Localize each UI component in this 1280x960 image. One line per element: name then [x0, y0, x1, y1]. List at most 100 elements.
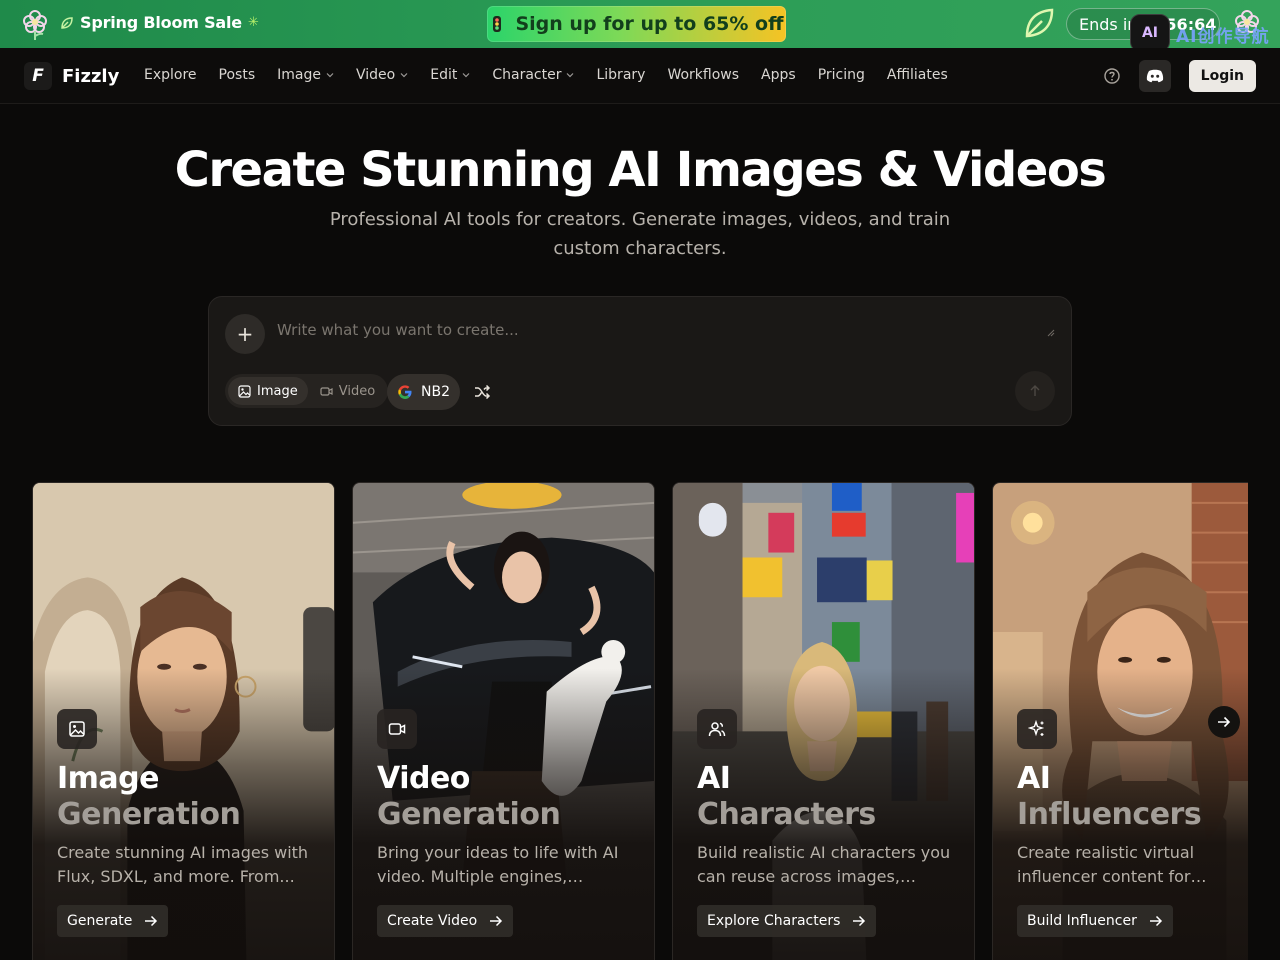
send-button[interactable] — [1015, 371, 1055, 411]
mode-image-tab[interactable]: Image — [228, 377, 308, 405]
card-subtitle: Generation — [57, 797, 241, 832]
build-influencer-button[interactable]: Build Influencer — [1017, 905, 1173, 937]
nav-actions: Login — [1103, 60, 1256, 92]
brand-name: Fizzly — [62, 65, 120, 87]
card-image-generation[interactable]: Image Generation Create stunning AI imag… — [32, 482, 335, 960]
card-subtitle: Characters — [697, 797, 876, 832]
flower-icon — [23, 10, 47, 40]
explore-characters-button[interactable]: Explore Characters — [697, 905, 877, 937]
top-navbar: F Fizzly Explore Posts Image Video Edit Chara… — [0, 48, 1280, 104]
card-ai-characters[interactable]: AI Characters Build realistic AI charact… — [672, 482, 975, 960]
shuffle-icon[interactable] — [473, 383, 491, 401]
image-icon — [57, 709, 97, 749]
mode-toggle: Image Video — [225, 374, 389, 408]
prompt-input[interactable] — [277, 315, 1057, 345]
nav-item-label: Affiliates — [886, 67, 948, 83]
video-camera-icon — [377, 709, 417, 749]
nav-item-pricing[interactable]: Pricing — [818, 67, 865, 83]
arrow-right-icon — [490, 915, 503, 927]
video-icon — [320, 386, 333, 396]
nav-item-edit[interactable]: Edit — [430, 67, 470, 83]
card-description: Create stunning AI images with Flux, SDX… — [57, 843, 309, 886]
card-description: Create realistic virtual influencer cont… — [1017, 843, 1195, 886]
card-subtitle: Generation — [377, 797, 561, 832]
ends-label: Ends in — [1079, 14, 1138, 34]
nav-item-label: Character — [492, 67, 562, 83]
nav-item-label: Posts — [218, 67, 256, 83]
leaf-icon — [61, 16, 73, 29]
nav-item-label: Video — [356, 67, 396, 83]
users-icon — [697, 709, 737, 749]
cta-label: Create Video — [387, 913, 478, 929]
mode-label: Video — [338, 383, 376, 399]
card-description: Bring your ideas to life with AI video. … — [377, 843, 619, 886]
nav-item-image[interactable]: Image — [277, 67, 334, 83]
generate-button[interactable]: Generate — [57, 905, 169, 937]
card-video-generation[interactable]: Video Generation Bring your ideas to lif… — [352, 482, 655, 960]
feature-carousel: Image Generation Create stunning AI imag… — [32, 482, 1248, 960]
card-title: AI — [697, 761, 731, 796]
extension-label: AI创作导航 — [1176, 27, 1270, 47]
nav-item-affiliates[interactable]: Affiliates — [887, 67, 948, 83]
chevron-down-icon — [462, 73, 470, 78]
google-icon — [398, 385, 412, 399]
discord-button[interactable] — [1138, 60, 1171, 92]
mode-label: Image — [257, 383, 298, 399]
chevron-down-icon — [400, 73, 408, 78]
extension-badge[interactable]: AI — [1130, 14, 1170, 52]
nav-item-label: Library — [596, 67, 646, 83]
arrow-right-icon — [1149, 915, 1162, 927]
login-button[interactable]: Login — [1188, 60, 1256, 92]
brand-logo[interactable]: F Fizzly — [24, 62, 119, 90]
nav-menu: Explore Posts Image Video Edit Character Libra… — [144, 67, 948, 83]
nav-item-posts[interactable]: Posts — [219, 67, 256, 83]
arrow-right-icon — [1218, 716, 1231, 728]
nav-item-explore[interactable]: Explore — [144, 67, 197, 83]
traffic-light-icon — [493, 16, 502, 32]
add-attachment-button[interactable]: + — [225, 314, 265, 354]
nav-item-library[interactable]: Library — [596, 67, 645, 83]
hero-title: Create Stunning AI Images & Videos — [174, 142, 1107, 198]
card-title: AI — [1017, 761, 1051, 796]
leaf-icon — [1025, 8, 1054, 38]
card-subtitle: Influencers — [1017, 797, 1202, 832]
sparkle-icon: ✳ — [247, 15, 259, 30]
nav-item-video[interactable]: Video — [356, 67, 408, 83]
arrow-right-icon — [145, 915, 158, 927]
arrow-right-icon — [853, 915, 866, 927]
nav-item-character[interactable]: Character — [492, 67, 574, 83]
help-icon[interactable] — [1103, 67, 1121, 85]
chevron-down-icon — [326, 73, 334, 78]
model-selector[interactable]: NB2 — [387, 374, 460, 410]
logo-mark: F — [24, 62, 52, 90]
sale-label: Spring Bloom Sale — [80, 13, 242, 32]
card-title: Image — [57, 761, 160, 796]
nav-item-label: Edit — [430, 67, 458, 83]
nav-item-label: Apps — [761, 67, 796, 83]
model-label: NB2 — [421, 384, 450, 400]
nav-item-label: Workflows — [667, 67, 740, 83]
cta-label: Generate — [67, 913, 133, 929]
chevron-down-icon — [567, 73, 574, 78]
create-video-button[interactable]: Create Video — [377, 905, 514, 937]
nav-item-label: Image — [277, 67, 321, 83]
nav-item-apps[interactable]: Apps — [761, 67, 796, 83]
prompt-composer: + Image Video NB2 — [208, 296, 1072, 426]
sparkles-icon — [1017, 709, 1057, 749]
image-icon — [238, 384, 251, 398]
signup-offer-button[interactable]: Sign up for up to 65% off — [487, 6, 786, 42]
sale-title: Spring Bloom Sale ✳ — [60, 13, 259, 32]
card-description: Build realistic AI characters you can re… — [697, 843, 951, 886]
resize-handle-icon[interactable] — [1047, 329, 1055, 337]
cta-label: Build Influencer — [1027, 913, 1137, 929]
hero-subtitle: Professional AI tools for creators. Gene… — [329, 209, 951, 259]
discord-icon — [1146, 69, 1163, 83]
arrow-up-icon — [1030, 385, 1040, 396]
carousel-next-button[interactable] — [1208, 706, 1240, 738]
promo-banner: Spring Bloom Sale ✳ Sign up for up to 65… — [0, 0, 1280, 48]
nav-item-label: Explore — [144, 67, 197, 83]
cta-label: Explore Characters — [707, 913, 841, 929]
card-title: Video — [377, 761, 470, 796]
nav-item-workflows[interactable]: Workflows — [667, 67, 739, 83]
mode-video-tab[interactable]: Video — [310, 377, 385, 405]
